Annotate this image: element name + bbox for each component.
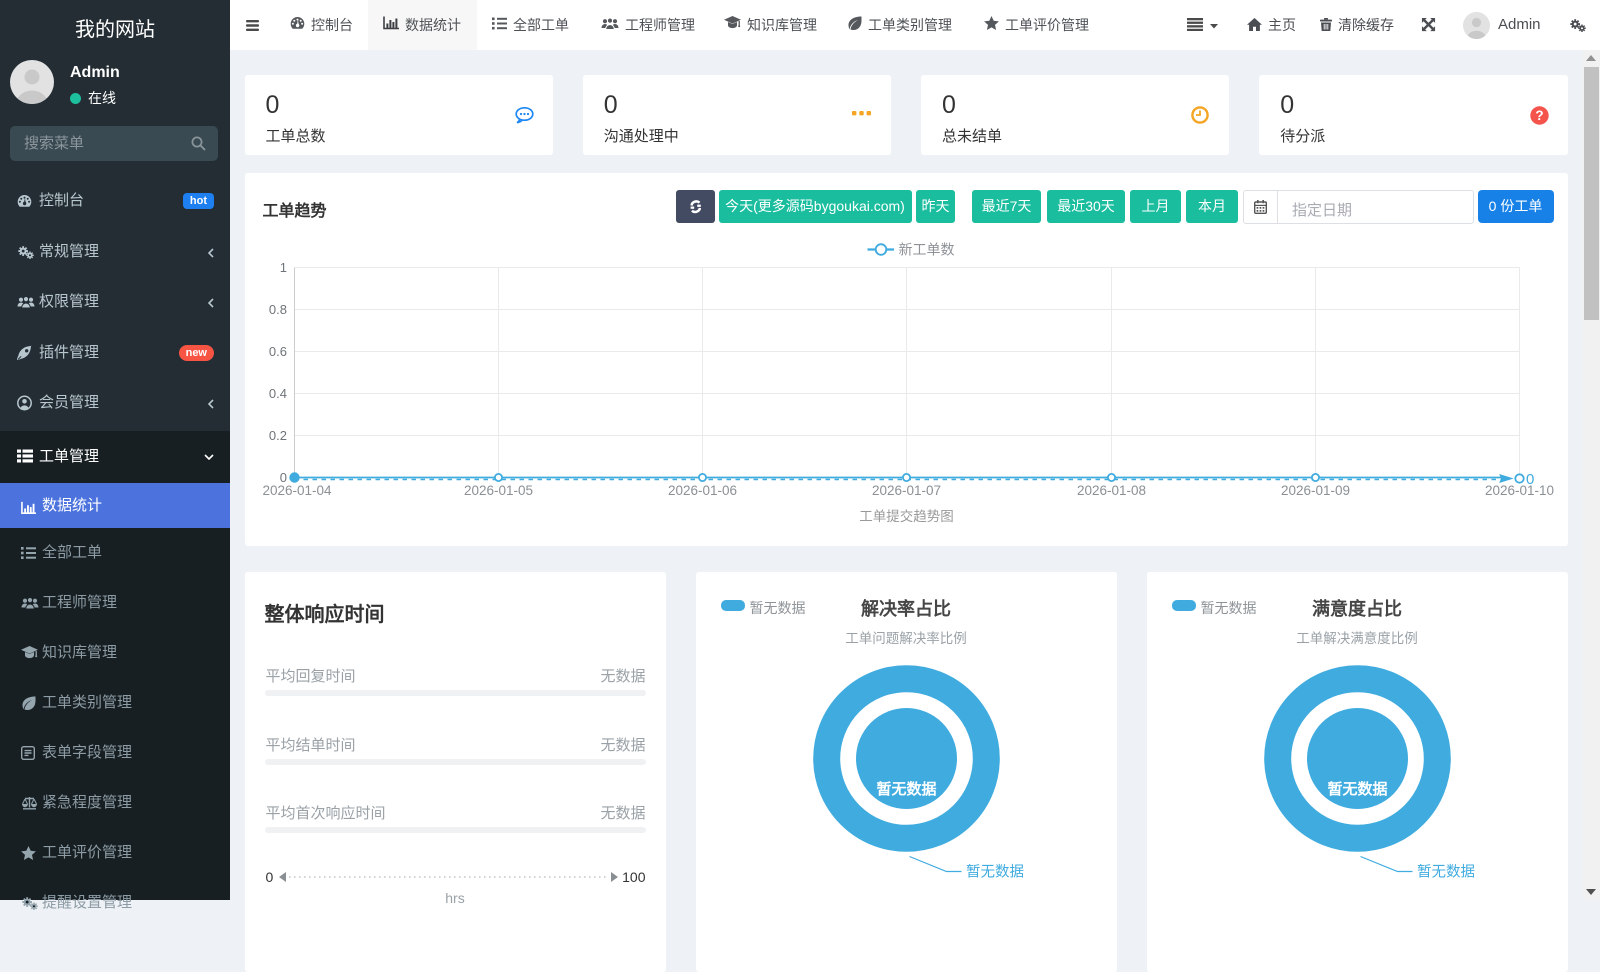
svg-text:0: 0 [1526,471,1534,488]
svg-text:2026-01-09: 2026-01-09 [1280,483,1349,498]
svg-text:新工单数: 新工单数 [898,241,954,257]
svg-text:暂无数据: 暂无数据 [966,863,1024,880]
svg-text:2026-01-07: 2026-01-07 [871,483,940,498]
svg-text:2026-01-10: 2026-01-10 [1484,483,1553,498]
svg-text:2026-01-04: 2026-01-04 [262,483,332,498]
svg-text:0.6: 0.6 [268,344,286,359]
svg-text:?: ? [1535,108,1543,123]
svg-text:暂无数据: 暂无数据 [876,780,936,798]
svg-text:2026-01-06: 2026-01-06 [667,483,736,498]
svg-text:0.8: 0.8 [268,302,286,317]
svg-text:2026-01-08: 2026-01-08 [1076,483,1145,498]
svg-text:0.4: 0.4 [268,386,286,401]
svg-text:0.2: 0.2 [268,428,286,443]
svg-text:1: 1 [279,260,286,275]
svg-text:暂无数据: 暂无数据 [1417,863,1475,880]
svg-text:2026-01-05: 2026-01-05 [463,483,532,498]
svg-text:暂无数据: 暂无数据 [1327,780,1387,798]
svg-text:工单提交趋势图: 工单提交趋势图 [859,508,954,524]
